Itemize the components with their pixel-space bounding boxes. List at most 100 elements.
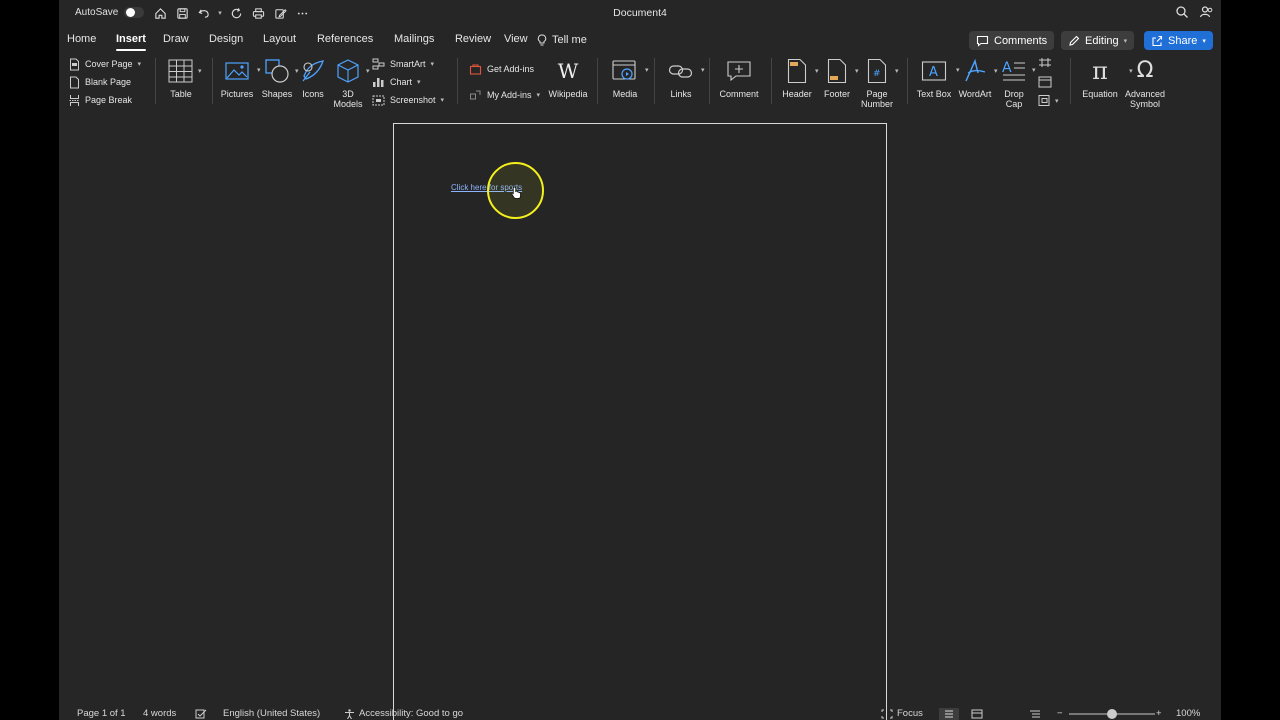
comment-label: Comment xyxy=(719,89,759,99)
addins-icon xyxy=(470,90,481,100)
chart-icon xyxy=(373,78,384,87)
chevron-down-icon: ▾ xyxy=(815,68,819,75)
equation-button[interactable]: π ▾ Equation xyxy=(1079,56,1132,99)
pictures-label: Pictures xyxy=(220,89,254,99)
chevron-down-icon: ▾ xyxy=(440,97,445,104)
zoom-slider[interactable] xyxy=(1069,708,1155,720)
chevron-down-icon: ▾ xyxy=(417,79,421,86)
document-page[interactable]: Click here for sports xyxy=(393,123,887,720)
page-count[interactable]: Page 1 of 1 xyxy=(77,708,126,720)
text-box-button[interactable]: A ▾ Text Box xyxy=(913,56,960,99)
text-box-icon: A xyxy=(921,61,947,81)
media-icon xyxy=(612,60,636,80)
chevron-down-icon: ▾ xyxy=(430,61,435,68)
tell-me-search[interactable]: Tell me xyxy=(537,34,587,47)
object-insert-icon[interactable]: ▾ xyxy=(1038,94,1059,107)
page-number-button[interactable]: # ▾ Page Number xyxy=(859,56,899,109)
zoom-level[interactable]: 100% xyxy=(1176,708,1200,720)
accessibility-status[interactable]: Accessibility: Good to go xyxy=(344,708,463,720)
3d-models-button[interactable]: ▾ 3D Models xyxy=(331,56,370,109)
icons-button[interactable]: Icons xyxy=(299,56,327,99)
icons-gallery-icon xyxy=(302,60,324,82)
wordart-label: WordArt xyxy=(958,89,992,99)
media-button[interactable]: ▾ Media xyxy=(607,56,649,99)
drop-cap-icon: A xyxy=(1002,60,1025,81)
omega-icon: Ω xyxy=(1136,58,1154,83)
shapes-label: Shapes xyxy=(261,89,293,99)
tab-layout[interactable]: Layout xyxy=(263,30,317,50)
screenshot-button[interactable]: Screenshot ▾ xyxy=(372,92,444,108)
editing-mode-button[interactable]: Editing ▾ xyxy=(1061,31,1135,50)
tab-home[interactable]: Home xyxy=(67,30,116,50)
header-button[interactable]: ▾ Header xyxy=(779,56,819,99)
word-window: AutoSave ▾ Document4 Home Insert Draw De… xyxy=(59,0,1221,720)
shapes-button[interactable]: ▾ Shapes xyxy=(259,56,299,99)
tab-review[interactable]: Review xyxy=(455,30,504,50)
tab-mailings[interactable]: Mailings xyxy=(394,30,455,50)
page-break-button[interactable]: Page Break xyxy=(69,92,132,108)
wikipedia-icon: W xyxy=(557,59,579,83)
account-settings-icon[interactable] xyxy=(1199,5,1213,22)
smartart-icon xyxy=(372,58,385,70)
smartart-label: SmartArt xyxy=(390,59,426,69)
my-addins-label: My Add-ins xyxy=(487,90,532,100)
pictures-button[interactable]: ▾ Pictures xyxy=(218,56,261,99)
screenshot-icon xyxy=(372,95,385,106)
proofing-icon[interactable] xyxy=(195,708,207,720)
tab-view[interactable]: View xyxy=(504,30,537,50)
cover-page-button[interactable]: Cover Page ▾ xyxy=(69,56,141,72)
wordart-button[interactable]: ▾ WordArt xyxy=(956,56,998,99)
tab-draw[interactable]: Draw xyxy=(163,30,209,50)
language-indicator[interactable]: English (United States) xyxy=(223,708,320,720)
search-icon[interactable] xyxy=(1175,5,1189,22)
word-count[interactable]: 4 words xyxy=(143,708,176,720)
chevron-down-icon: ▾ xyxy=(701,67,705,74)
blank-page-button[interactable]: Blank Page xyxy=(69,74,131,90)
zoom-slider-thumb[interactable] xyxy=(1107,709,1117,719)
tab-references[interactable]: References xyxy=(317,30,394,50)
tab-design[interactable]: Design xyxy=(209,30,263,50)
blank-page-icon xyxy=(70,76,79,88)
table-label: Table xyxy=(170,89,192,99)
svg-text:A: A xyxy=(1002,60,1012,76)
web-layout-view-icon[interactable] xyxy=(971,708,983,720)
wikipedia-label: Wikipedia xyxy=(548,89,588,99)
footer-icon xyxy=(827,58,847,84)
outline-view-icon[interactable] xyxy=(1029,708,1041,720)
comments-button[interactable]: Comments xyxy=(969,31,1055,50)
svg-text:A: A xyxy=(929,65,938,80)
chart-button[interactable]: Chart ▾ xyxy=(372,74,421,90)
pi-icon: π xyxy=(1092,57,1108,85)
links-button[interactable]: ▾ Links xyxy=(663,56,705,99)
editing-label: Editing xyxy=(1085,34,1119,47)
new-comment-button[interactable]: Comment xyxy=(717,56,761,99)
chevron-down-icon: ▾ xyxy=(366,68,370,75)
drop-cap-button[interactable]: A ▾ Drop Cap xyxy=(997,56,1036,109)
pencil-icon xyxy=(1069,35,1080,46)
tab-insert[interactable]: Insert xyxy=(116,30,146,51)
advanced-symbol-button[interactable]: Ω Advanced Symbol xyxy=(1123,56,1167,110)
chevron-down-icon: ▾ xyxy=(295,68,299,75)
share-button[interactable]: Share ▾ xyxy=(1144,31,1213,50)
signature-line-icon[interactable] xyxy=(1038,56,1059,71)
share-icon xyxy=(1152,35,1163,46)
table-icon xyxy=(168,59,193,83)
my-addins-button[interactable]: My Add-ins ▾ xyxy=(469,87,540,103)
smartart-button[interactable]: SmartArt ▾ xyxy=(372,56,434,72)
zoom-in-button[interactable]: + xyxy=(1156,708,1162,720)
get-addins-button[interactable]: Get Add-ins xyxy=(469,61,534,77)
footer-button[interactable]: ▾ Footer xyxy=(819,56,859,99)
wikipedia-button[interactable]: W Wikipedia xyxy=(546,56,590,99)
zoom-out-button[interactable]: − xyxy=(1057,708,1063,720)
accessibility-label: Accessibility: Good to go xyxy=(359,708,464,719)
focus-mode-button[interactable]: Focus xyxy=(881,708,923,720)
date-time-icon[interactable] xyxy=(1038,75,1059,90)
chevron-down-icon: ▾ xyxy=(198,68,202,75)
focus-icon xyxy=(881,709,893,719)
equation-label: Equation xyxy=(1082,89,1118,99)
ribbon-tabs: Home Insert Draw Design Layout Reference… xyxy=(67,30,587,51)
print-layout-view-icon[interactable] xyxy=(939,708,959,720)
table-button[interactable]: ▾ Table xyxy=(163,56,202,99)
share-label: Share xyxy=(1168,34,1198,47)
cube-icon xyxy=(337,59,359,83)
